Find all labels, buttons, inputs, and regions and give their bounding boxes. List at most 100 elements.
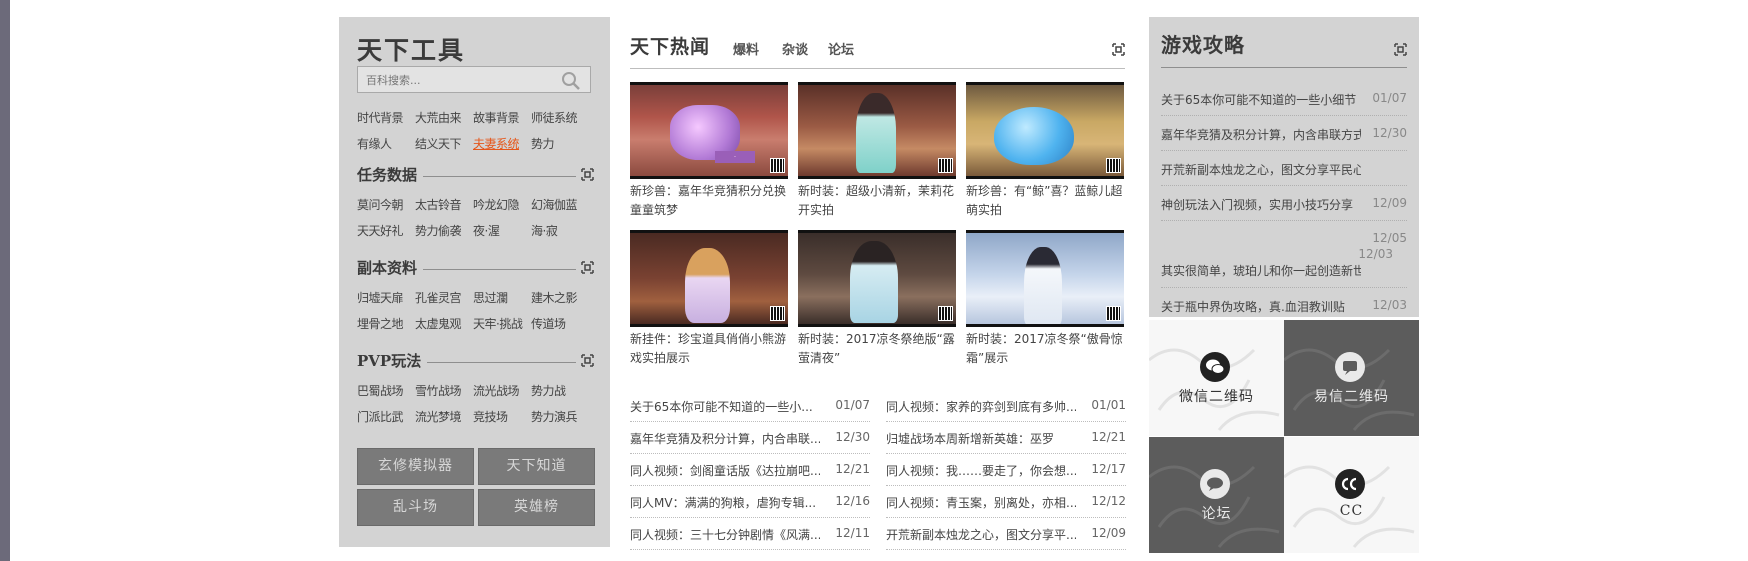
tool-link[interactable]: 海·寂 — [531, 218, 589, 244]
news-thumb[interactable]: 新挂件：珍宝道具俏俏小熊游戏实拍展示 — [630, 230, 788, 368]
list-item[interactable]: 开荒新副本烛龙之心，图文分享平民心得 — [1161, 151, 1407, 186]
tool-link[interactable]: 莫问今朝 — [357, 192, 415, 218]
tool-link[interactable]: 埋骨之地 — [357, 311, 415, 337]
more-icon[interactable] — [1394, 43, 1407, 56]
thumb-caption[interactable]: 新挂件：珍宝道具俏俏小熊游戏实拍展示 — [630, 330, 788, 368]
news-thumb[interactable]: 新时装：2017凉冬祭绝版“露萤清夜” — [798, 230, 956, 368]
tool-link[interactable]: 势力战 — [531, 378, 589, 404]
simulator-button[interactable]: 玄修模拟器 — [357, 448, 474, 485]
news-title[interactable]: 同人视频：三十七分钟剧情《风满... — [630, 526, 820, 543]
thumb-caption[interactable]: 新时装：2017凉冬祭“傲骨惊霜”展示 — [966, 330, 1124, 368]
tool-link-active[interactable]: 夫妻系统 — [473, 131, 531, 157]
list-item[interactable]: 归墟战场本周新增新英雄：巫罗 12/21 — [886, 422, 1126, 454]
tool-link[interactable]: 天牢·挑战 — [473, 311, 531, 337]
tool-link[interactable]: 归墟天扉 — [357, 285, 415, 311]
tool-link[interactable]: 传道场 — [531, 311, 589, 337]
list-item[interactable]: 关于65本你可能不知道的一些小细节 01/07 — [1161, 81, 1407, 116]
news-title[interactable]: 同人MV：满满的狗粮，虐狗专辑... — [630, 494, 820, 511]
more-icon[interactable] — [581, 168, 594, 181]
knowledge-button[interactable]: 天下知道 — [478, 448, 595, 485]
news-title[interactable]: 同人视频：家养的弈剑到底有多帅... — [886, 398, 1076, 415]
news-title[interactable]: 同人视频：剑阁童话版《达拉崩吧... — [630, 462, 820, 479]
hero-ranking-button[interactable]: 英雄榜 — [478, 489, 595, 526]
list-item[interactable]: 关于65本你可能不知道的一些小... 01/07 — [630, 390, 870, 422]
thumb-image[interactable] — [798, 230, 956, 327]
news-title[interactable]: 归墟战场本周新增新英雄：巫罗 — [886, 430, 1076, 447]
thumb-caption[interactable]: 新珍兽：有“鲸”喜？蓝鲸儿超萌实拍 — [966, 182, 1124, 220]
list-item[interactable]: 同人视频：剑阁童话版《达拉崩吧... 12/21 — [630, 454, 870, 486]
news-thumb[interactable]: 新时装：2017凉冬祭“傲骨惊霜”展示 — [966, 230, 1124, 368]
tool-link[interactable]: 流光战场 — [473, 378, 531, 404]
list-item[interactable]: 关于瓶中界伪攻略，真.血泪教训贴 12/03 — [1161, 288, 1407, 323]
news-title[interactable]: 开荒新副本烛龙之心，图文分享平... — [886, 526, 1076, 543]
news-thumb[interactable]: 新时装：超级小清新，茉莉花开实拍 — [798, 82, 956, 220]
list-item[interactable]: 嘉年华竞猜及积分计算，内合串联... 12/30 — [630, 422, 870, 454]
list-item[interactable]: 嘉年华竞猜及积分计算，内含串联方式 12/30 — [1161, 116, 1407, 151]
list-item[interactable]: 同人视频：青玉案，别离处，亦相... 12/12 — [886, 486, 1126, 518]
arena-button[interactable]: 乱斗场 — [357, 489, 474, 526]
list-item[interactable]: 12/05 12/03 其实很简单，琥珀儿和你一起创造新世界 — [1161, 221, 1407, 288]
tool-link[interactable]: 大荒由来 — [415, 105, 473, 131]
list-item[interactable]: 同人视频：家养的弈剑到底有多帅... 01/01 — [886, 390, 1126, 422]
news-thumb[interactable]: 新珍兽：有“鲸”喜？蓝鲸儿超萌实拍 — [966, 82, 1124, 220]
tool-link[interactable]: 孔雀灵宫 — [415, 285, 473, 311]
tool-link[interactable]: 有缘人 — [357, 131, 415, 157]
guide-title[interactable]: 神创玩法入门视频，实用小技巧分享 — [1161, 196, 1361, 213]
thumb-image[interactable] — [798, 82, 956, 179]
wiki-search-box[interactable] — [357, 66, 591, 93]
thumb-image[interactable] — [966, 230, 1124, 327]
tab-forum[interactable]: 论坛 — [828, 39, 854, 58]
tool-link[interactable]: 师徒系统 — [531, 105, 589, 131]
tool-link[interactable]: 流光梦境 — [415, 404, 473, 430]
tool-link[interactable]: 势力偷袭 — [415, 218, 473, 244]
tool-link[interactable]: 门派比武 — [357, 404, 415, 430]
guide-title[interactable]: 关于65本你可能不知道的一些小细节 — [1161, 91, 1361, 108]
tool-link[interactable]: 太古铃音 — [415, 192, 473, 218]
tool-link[interactable]: 雪竹战场 — [415, 378, 473, 404]
tool-link[interactable]: 太虚鬼观 — [415, 311, 473, 337]
wechat-qr-tile[interactable]: 微信二维码 — [1149, 320, 1284, 436]
tool-link[interactable]: 吟龙幻隐 — [473, 192, 531, 218]
tab-leaks[interactable]: 爆料 — [733, 39, 759, 58]
thumb-image[interactable]: · — [630, 82, 788, 179]
thumb-caption[interactable]: 新时装：2017凉冬祭绝版“露萤清夜” — [798, 330, 956, 368]
list-item[interactable]: 同人MV：满满的狗粮，虐狗专辑... 12/16 — [630, 486, 870, 518]
tool-link[interactable]: 时代背景 — [357, 105, 415, 131]
news-title[interactable]: 同人视频：青玉案，别离处，亦相... — [886, 494, 1076, 511]
tool-link[interactable]: 思过瀾 — [473, 285, 531, 311]
thumb-image[interactable] — [630, 230, 788, 327]
search-icon[interactable] — [560, 70, 582, 92]
list-item[interactable]: 神创玩法入门视频，实用小技巧分享 12/09 — [1161, 186, 1407, 221]
tool-link[interactable]: 天天好礼 — [357, 218, 415, 244]
guide-title[interactable]: 其实很简单，琥珀儿和你一起创造新世界 — [1161, 262, 1361, 279]
tool-link[interactable]: 竞技场 — [473, 404, 531, 430]
guide-title[interactable]: 关于瓶中界伪攻略，真.血泪教训贴 — [1161, 298, 1361, 315]
more-icon[interactable] — [1112, 43, 1125, 56]
news-title[interactable]: 同人视频：我……要走了，你会想... — [886, 462, 1076, 479]
forum-tile[interactable]: 论坛 — [1149, 437, 1284, 553]
cc-tile[interactable]: CC — [1284, 437, 1419, 553]
thumb-caption[interactable]: 新珍兽：嘉年华竞猜积分兑换童童筑梦 — [630, 182, 788, 220]
wiki-search-input[interactable] — [366, 72, 546, 88]
list-item[interactable]: 开荒新副本烛龙之心，图文分享平... 12/09 — [886, 518, 1126, 550]
tool-link[interactable]: 建木之影 — [531, 285, 589, 311]
list-item[interactable]: 同人视频：三十七分钟剧情《风满... 12/11 — [630, 518, 870, 550]
news-title[interactable]: 嘉年华竞猜及积分计算，内合串联... — [630, 430, 820, 447]
thumb-caption[interactable]: 新时装：超级小清新，茉莉花开实拍 — [798, 182, 956, 220]
news-title[interactable]: 关于65本你可能不知道的一些小... — [630, 398, 820, 415]
thumb-image[interactable] — [966, 82, 1124, 179]
guide-title[interactable]: 开荒新副本烛龙之心，图文分享平民心得 — [1161, 161, 1361, 178]
tool-link[interactable]: 夜·渥 — [473, 218, 531, 244]
tool-link[interactable]: 幻海伽蓝 — [531, 192, 589, 218]
tool-link[interactable]: 巴蜀战场 — [357, 378, 415, 404]
yixin-qr-tile[interactable]: 易信二维码 — [1284, 320, 1419, 436]
news-thumb[interactable]: · 新珍兽：嘉年华竞猜积分兑换童童筑梦 — [630, 82, 788, 220]
tool-link[interactable]: 势力演兵 — [531, 404, 589, 430]
more-icon[interactable] — [581, 354, 594, 367]
more-icon[interactable] — [581, 261, 594, 274]
tool-link[interactable]: 故事背景 — [473, 105, 531, 131]
tab-chat[interactable]: 杂谈 — [782, 39, 808, 58]
tool-link[interactable]: 结义天下 — [415, 131, 473, 157]
tool-link[interactable]: 势力 — [531, 131, 589, 157]
guide-title[interactable]: 嘉年华竞猜及积分计算，内含串联方式 — [1161, 126, 1361, 143]
